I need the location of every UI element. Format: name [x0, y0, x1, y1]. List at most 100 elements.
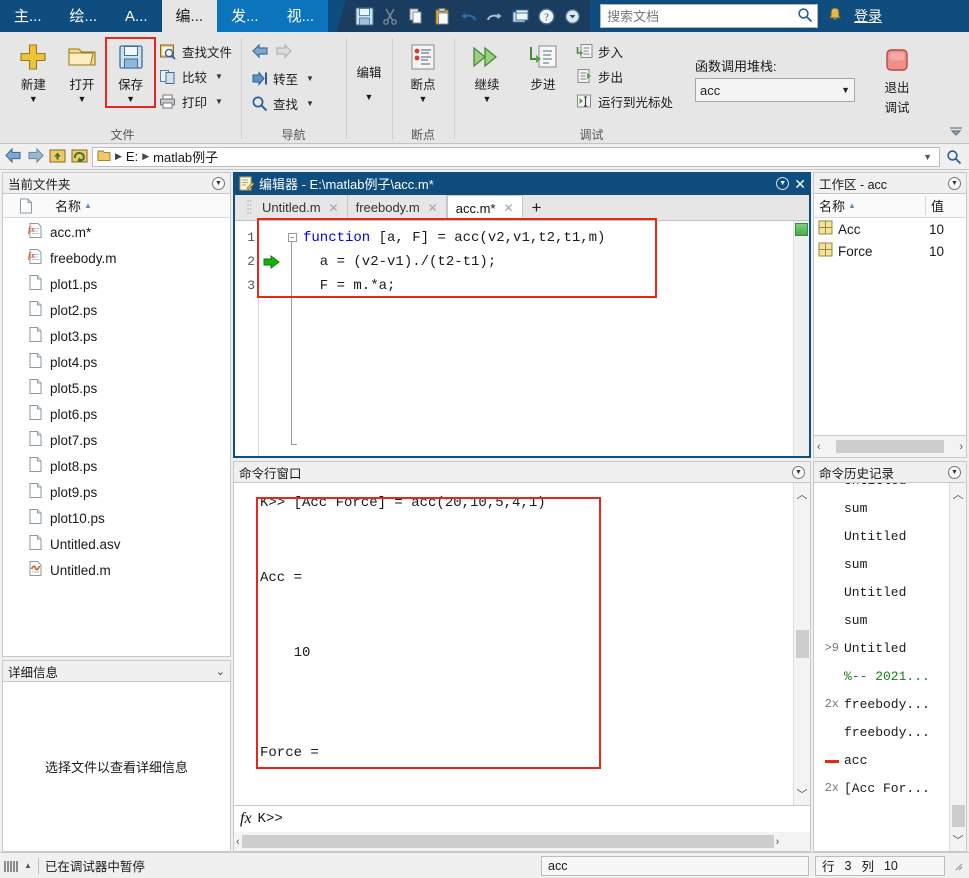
- search-icon[interactable]: [797, 7, 813, 26]
- cut-icon[interactable]: [378, 4, 402, 28]
- scroll-down-icon[interactable]: ﹀: [797, 786, 808, 802]
- list-item[interactable]: 2x [Acc For...: [814, 774, 949, 802]
- close-tab-icon[interactable]: ✕: [503, 201, 513, 215]
- breadcrumb-folder[interactable]: matlab例子: [153, 147, 218, 166]
- command-window-body[interactable]: K>> [Acc Force] = acc(20,10,5,4,1) Acc =…: [233, 483, 811, 806]
- list-item[interactable]: Untitled: [814, 522, 949, 550]
- list-item[interactable]: plot6.ps: [3, 401, 230, 427]
- list-item[interactable]: Untitled: [814, 578, 949, 606]
- path-field[interactable]: ▶ E: ▶ matlab例子 ▼: [92, 146, 940, 167]
- refresh-icon[interactable]: [70, 147, 89, 167]
- list-item[interactable]: plot8.ps: [3, 453, 230, 479]
- list-item[interactable]: fx acc.m*: [3, 219, 230, 245]
- chevron-down-icon[interactable]: ▼: [126, 95, 135, 104]
- chevron-down-icon[interactable]: ▼: [306, 74, 314, 83]
- list-item[interactable]: Untitled.m: [3, 557, 230, 583]
- list-item[interactable]: freebody...: [814, 718, 949, 746]
- back-icon[interactable]: [4, 147, 23, 167]
- forward-icon[interactable]: [26, 147, 45, 167]
- new-tab-button[interactable]: +: [523, 195, 551, 220]
- resize-grip-icon[interactable]: [951, 859, 965, 873]
- paste-icon[interactable]: [430, 4, 454, 28]
- step-in-button[interactable]: 步入: [571, 40, 677, 63]
- chevron-down-icon[interactable]: ▼: [841, 85, 850, 95]
- breadcrumb-drive[interactable]: E:: [126, 149, 138, 164]
- ribbon-tab-view[interactable]: 视...: [272, 0, 329, 32]
- hscroll-thumb[interactable]: [241, 835, 774, 848]
- ribbon-tab-plots[interactable]: 绘...: [56, 0, 112, 32]
- save-button[interactable]: 保存 ▼: [105, 37, 156, 108]
- print-button[interactable]: 打印 ▼: [155, 90, 236, 113]
- file-list[interactable]: fx acc.m* fx freebody.m plot1.ps plot2.p…: [2, 218, 231, 657]
- hscroll-thumb[interactable]: [836, 440, 944, 453]
- breakpoint-slot[interactable]: [259, 226, 285, 250]
- list-item[interactable]: Untitled: [814, 483, 949, 494]
- code-fold-column[interactable]: −: [285, 221, 299, 456]
- list-item[interactable]: Untitled.asv: [3, 531, 230, 557]
- command-window-hscrollbar[interactable]: ‹ ›: [233, 832, 811, 852]
- exit-debug-button[interactable]: 退出 调试: [869, 38, 925, 119]
- close-icon[interactable]: ✕: [794, 177, 806, 191]
- list-item[interactable]: plot3.ps: [3, 323, 230, 349]
- panel-menu-icon[interactable]: ▼: [948, 465, 961, 479]
- scroll-thumb[interactable]: [795, 630, 809, 658]
- collapse-ribbon-icon[interactable]: [948, 125, 964, 140]
- help-icon[interactable]: ?: [534, 4, 558, 28]
- more-icon[interactable]: [560, 4, 584, 28]
- step-button[interactable]: 步进: [515, 38, 571, 96]
- panel-menu-icon[interactable]: ▼: [948, 176, 961, 190]
- list-item[interactable]: plot10.ps: [3, 505, 230, 531]
- editor-scrollbar[interactable]: [793, 221, 809, 456]
- continue-button[interactable]: 继续 ▼: [459, 38, 515, 107]
- panel-menu-icon[interactable]: ▼: [792, 465, 805, 479]
- list-item[interactable]: plot7.ps: [3, 427, 230, 453]
- login-link[interactable]: 登录: [854, 6, 882, 26]
- undo-icon[interactable]: [456, 4, 480, 28]
- open-button[interactable]: 打开 ▼: [58, 38, 107, 107]
- code-text[interactable]: function [a, F] = acc(v2,v1,t2,t1,m) a =…: [257, 218, 793, 456]
- list-item[interactable]: >9 Untitled: [814, 634, 949, 662]
- editor-tab-untitled[interactable]: Untitled.m ✕: [254, 195, 348, 220]
- compare-button[interactable]: 比较 ▼: [155, 65, 236, 88]
- run-to-cursor-button[interactable]: 运行到光标处: [571, 90, 677, 113]
- goto-button[interactable]: 转至 ▼: [246, 67, 318, 90]
- chevron-down-icon[interactable]: ▼: [365, 93, 374, 102]
- search-docs-box[interactable]: [600, 4, 819, 28]
- code-area[interactable]: 1 2 3 − function [a, F] = acc(v2,v1,t2,t…: [235, 218, 809, 456]
- fold-toggle-icon[interactable]: −: [287, 233, 297, 242]
- editor-tab-freebody[interactable]: freebody.m ✕: [347, 195, 447, 220]
- ribbon-tab-apps[interactable]: A...: [111, 0, 162, 32]
- scroll-right-icon[interactable]: ›: [959, 441, 963, 453]
- ribbon-tab-home[interactable]: 主...: [0, 0, 56, 32]
- breakpoint-slot[interactable]: [259, 274, 285, 298]
- status-caret-icon[interactable]: ▲: [24, 861, 32, 870]
- workspace-hscrollbar[interactable]: ‹ ›: [813, 436, 967, 458]
- command-history-body[interactable]: Untitled sum Untitled sum Untitled sum >…: [813, 483, 967, 852]
- call-stack-select[interactable]: acc ▼: [695, 78, 856, 102]
- workspace-value-column[interactable]: 值: [926, 196, 966, 215]
- scroll-down-icon[interactable]: ﹀: [953, 832, 964, 848]
- new-button[interactable]: 新建 ▼: [9, 38, 58, 107]
- chevron-down-icon[interactable]: ⌄: [216, 665, 225, 678]
- list-item[interactable]: acc: [814, 746, 949, 774]
- close-tab-icon[interactable]: ✕: [428, 201, 438, 215]
- scroll-left-icon[interactable]: ‹: [236, 836, 240, 848]
- scroll-up-icon[interactable]: ︿: [953, 486, 964, 502]
- workspace-name-column[interactable]: 名称 ▲: [814, 196, 926, 215]
- command-history-list[interactable]: Untitled sum Untitled sum Untitled sum >…: [814, 483, 949, 851]
- fx-icon[interactable]: fx: [240, 810, 252, 828]
- command-window-scrollbar[interactable]: ︿ ﹀: [793, 483, 810, 805]
- search-input[interactable]: [605, 7, 798, 25]
- ribbon-tab-publish[interactable]: 发...: [217, 0, 273, 32]
- list-item[interactable]: 2x freebody...: [814, 690, 949, 718]
- chevron-down-icon[interactable]: ▼: [78, 95, 87, 104]
- workspace-variable-list[interactable]: Acc 10 Force 10: [813, 218, 967, 436]
- list-item[interactable]: plot5.ps: [3, 375, 230, 401]
- layout-icon[interactable]: [508, 4, 532, 28]
- table-row[interactable]: Force 10: [814, 240, 966, 262]
- panel-menu-icon[interactable]: ▼: [212, 176, 225, 190]
- tab-grip[interactable]: [245, 195, 254, 220]
- edit-button[interactable]: 编辑 ▼: [351, 58, 387, 105]
- scroll-left-icon[interactable]: ‹: [817, 441, 821, 453]
- list-item[interactable]: plot4.ps: [3, 349, 230, 375]
